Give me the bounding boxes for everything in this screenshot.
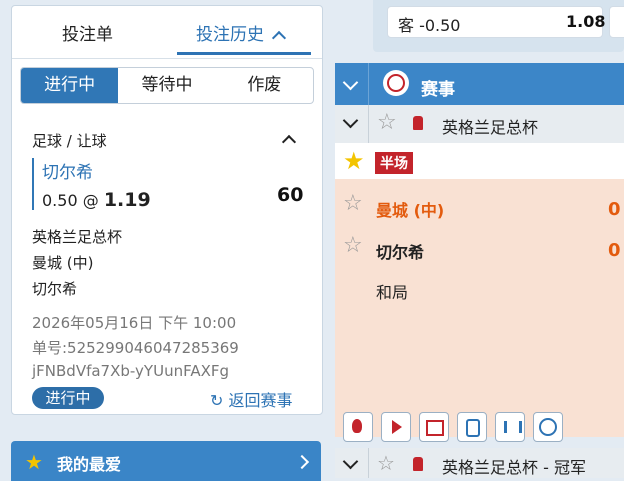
pitch-icon[interactable] <box>419 412 449 442</box>
refresh-icon: ↻ <box>210 391 229 410</box>
chevron-down-icon[interactable] <box>342 112 359 129</box>
star-outline-icon[interactable]: ☆ <box>343 191 363 216</box>
bar-chart-icon[interactable] <box>495 412 525 442</box>
collapse-chevron-icon[interactable] <box>281 134 297 150</box>
bet-market: 足球 / 让球 <box>32 132 107 150</box>
events-panel: 客 -0.50 1.08 赛事 ☆ 英格兰足总杯 ★ 半场 ☆ 曼城 (中) 0… <box>335 0 624 478</box>
active-tab-indicator <box>177 52 311 55</box>
bet-code: jFNBdVfa7Xb-yYUunFAXFg <box>32 362 230 380</box>
odds-value: 1.19 <box>103 189 151 211</box>
tab-bet-history[interactable]: 投注历史 <box>196 20 287 46</box>
star-outline-icon[interactable]: ☆ <box>343 233 363 258</box>
events-header[interactable]: 赛事 <box>335 63 624 105</box>
league-name-2: 英格兰足总杯 - 冠军 <box>442 458 586 477</box>
play-icon[interactable] <box>381 412 411 442</box>
star-outline-icon[interactable]: ☆ <box>377 110 397 135</box>
status-filter: 进行中 等待中 作废 <box>20 67 314 104</box>
selection-odds: 0.50 @ 1.19 <box>42 189 151 211</box>
chevron-down-icon[interactable] <box>342 74 359 91</box>
filter-pending[interactable]: 等待中 <box>118 68 215 103</box>
competition-name: 英格兰足总杯 <box>32 228 123 246</box>
bet-history-panel: 投注单 投注历史 进行中 等待中 作废 足球 / 让球 切尔希 0.50 @ 1… <box>11 5 323 415</box>
star-icon: ★ <box>25 450 43 474</box>
match-header: ★ 半场 <box>335 143 624 179</box>
bet-datetime: 2026年05月16日 下午 10:00 <box>32 314 237 332</box>
chevron-right-icon <box>294 454 310 470</box>
handicap: 0.50 @ <box>42 191 99 210</box>
favorites-bar[interactable]: ★ 我的最爱 <box>11 441 321 481</box>
home-team-name: 曼城 (中) <box>376 201 445 220</box>
odds-strip: 客 -0.50 1.08 <box>373 0 624 52</box>
back-label: 返回赛事 <box>228 391 293 410</box>
filter-in-progress[interactable]: 进行中 <box>21 68 119 103</box>
home-team: 曼城 (中) <box>32 254 94 272</box>
odds-value: 1.08 <box>566 12 606 31</box>
home-score: 0 <box>608 199 621 220</box>
tab-bet-history-label: 投注历史 <box>196 25 264 45</box>
divider <box>12 58 322 59</box>
league-row-2[interactable]: ☆ 英格兰足总杯 - 冠军 <box>335 448 624 478</box>
away-team: 切尔希 <box>32 280 78 298</box>
bet-selection: 切尔希 0.50 @ 1.19 <box>32 158 151 211</box>
chevron-up-icon[interactable] <box>271 30 287 46</box>
ticket-number: 单号:525299046047285369 <box>32 339 239 357</box>
status-badge: 进行中 <box>32 387 104 409</box>
events-title: 赛事 <box>421 80 455 100</box>
stake-amount: 60 <box>277 184 304 206</box>
star-filled-icon[interactable]: ★ <box>343 147 365 175</box>
tab-bet-slip[interactable]: 投注单 <box>62 20 113 45</box>
away-team-name: 切尔希 <box>376 243 425 262</box>
stats-card-icon[interactable] <box>457 412 487 442</box>
away-score: 0 <box>608 240 621 261</box>
odds-button-away[interactable]: 客 -0.50 1.08 <box>387 6 606 38</box>
chevron-down-icon[interactable] <box>342 453 359 470</box>
league-name: 英格兰足总杯 <box>442 118 539 137</box>
filter-void[interactable]: 作废 <box>216 68 313 103</box>
stopwatch-icon <box>383 70 409 96</box>
match-card: ★ 半场 ☆ 曼城 (中) 0 ☆ 切尔希 0 和局 <box>335 143 624 442</box>
star-outline-icon[interactable]: ☆ <box>377 451 395 475</box>
period-badge: 半场 <box>375 152 413 174</box>
odds-label: 客 -0.50 <box>398 16 461 35</box>
cashout-icon[interactable] <box>533 412 563 442</box>
trophy-icon <box>413 457 423 471</box>
draw-label: 和局 <box>376 283 409 302</box>
bet-tabs: 投注单 投注历史 <box>12 6 322 55</box>
league-row[interactable]: ☆ 英格兰足总杯 <box>335 105 624 143</box>
divider <box>368 448 369 478</box>
back-to-event-link[interactable]: ↻ 返回赛事 <box>210 387 293 411</box>
divider <box>368 63 369 105</box>
fire-icon[interactable] <box>343 412 373 442</box>
selection-team: 切尔希 <box>42 163 93 183</box>
trophy-icon <box>413 116 423 130</box>
favorites-label: 我的最爱 <box>57 455 122 474</box>
odds-button-partial[interactable] <box>609 6 624 38</box>
divider <box>368 105 369 143</box>
